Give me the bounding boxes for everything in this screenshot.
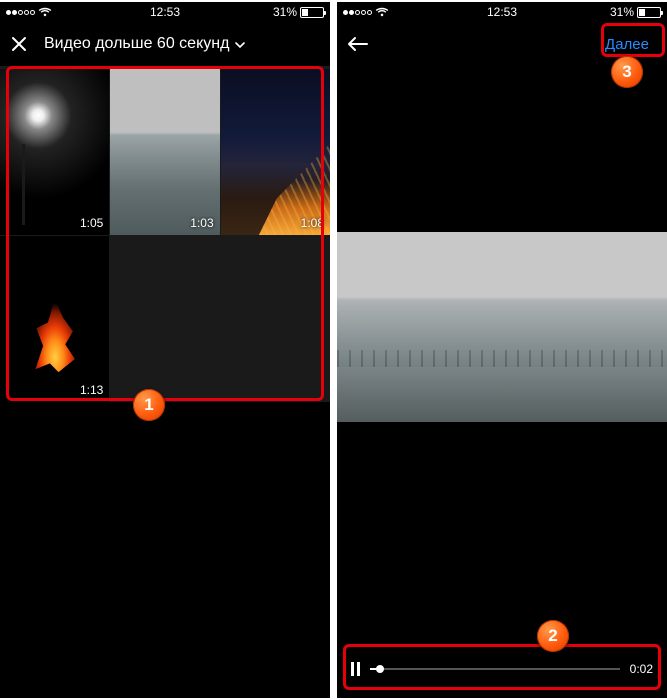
battery-group: 31%	[610, 5, 661, 19]
video-duration: 1:03	[190, 216, 213, 230]
signal-group	[343, 7, 389, 17]
video-thumb[interactable]: 1:05	[0, 69, 109, 235]
battery-pct: 31%	[273, 5, 297, 19]
video-thumb-empty	[110, 236, 219, 402]
seek-knob[interactable]	[376, 665, 384, 673]
battery-pct: 31%	[610, 5, 634, 19]
callout-marker-3: 3	[611, 56, 643, 88]
wifi-icon	[375, 7, 389, 17]
nav-bar: Видео дольше 60 секунд	[0, 22, 330, 66]
status-bar: 12:53 31%	[0, 2, 330, 22]
battery-icon	[300, 7, 324, 18]
next-button[interactable]: Далее	[597, 30, 657, 59]
battery-icon	[637, 7, 661, 18]
callout-marker-2: 2	[537, 620, 569, 652]
pause-button[interactable]	[351, 662, 360, 676]
battery-group: 31%	[273, 5, 324, 19]
wifi-icon	[38, 7, 52, 17]
playback-time: 0:02	[630, 662, 653, 676]
player-bar: 0:02	[337, 640, 667, 698]
video-duration: 1:05	[80, 216, 103, 230]
status-time: 12:53	[487, 5, 517, 19]
video-thumb[interactable]: 1:13	[0, 236, 109, 402]
close-icon[interactable]	[10, 35, 28, 53]
callout-marker-1: 1	[133, 389, 165, 421]
seek-track[interactable]	[370, 668, 620, 670]
video-duration: 1:08	[301, 216, 324, 230]
album-title: Видео дольше 60 секунд	[44, 35, 229, 53]
status-time: 12:53	[150, 5, 180, 19]
signal-dots-icon	[6, 10, 35, 15]
album-selector[interactable]: Видео дольше 60 секунд	[44, 35, 245, 53]
preview-scene	[337, 350, 667, 408]
video-thumb-empty	[221, 236, 330, 402]
video-thumb[interactable]: 1:08	[221, 69, 330, 235]
status-bar: 12:53 31%	[337, 2, 667, 22]
back-icon[interactable]	[347, 36, 369, 52]
signal-group	[6, 7, 52, 17]
video-grid: 1:05 1:03 1:08 1:13	[0, 66, 330, 402]
video-duration: 1:13	[80, 383, 103, 397]
chevron-down-icon	[235, 35, 245, 53]
video-preview[interactable]	[337, 232, 667, 422]
phone-left: 12:53 31% Видео дольше 60 секунд 1:05 1:…	[0, 2, 330, 698]
signal-dots-icon	[343, 10, 372, 15]
phone-right: 12:53 31% Далее 3 0:02 2	[337, 2, 667, 698]
video-thumb[interactable]: 1:03	[110, 69, 219, 235]
